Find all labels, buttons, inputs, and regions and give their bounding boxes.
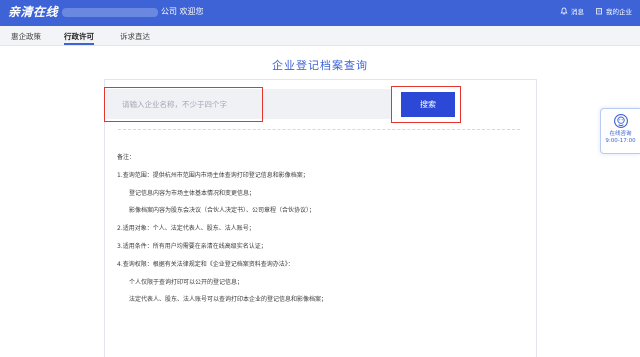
page-title: 企业登记档案查询 — [272, 59, 368, 72]
main-nav: 惠企政策 行政许可 诉求直达 — [0, 26, 640, 46]
message-button[interactable]: 消息 — [560, 6, 584, 16]
building-icon — [596, 8, 602, 15]
top-bar: 亲清在线 公司 欢迎您 消息 我的企业 — [0, 0, 640, 26]
notes-line: 登记信息内容为市场主体基本情况和变更信息； — [129, 189, 256, 197]
company-name-redacted — [62, 8, 158, 17]
my-company-label: 我的企业 — [606, 8, 632, 16]
notes-line: 法定代表人、股东、法人账号可以查询打印本企业的登记信息和影像档案； — [129, 296, 328, 304]
nav-item-appeals[interactable]: 诉求直达 — [120, 31, 150, 42]
notes-line: 3.适用条件：所有用户均需要在亲清在线高级实名认证； — [117, 242, 267, 250]
message-label: 消息 — [571, 8, 584, 16]
notes-line: 2.适用对象：个人、法定代表人、股东、法人账号； — [117, 225, 255, 233]
my-company-button[interactable]: 我的企业 — [595, 6, 632, 16]
online-consult-widget[interactable]: 在线咨询 9:00-17:00 — [600, 108, 640, 154]
notes-heading: 备注： — [117, 153, 136, 161]
notes-section: 备注： 1.查询范围：提供杭州市范围内市场主体查询打印登记信息和影像档案； 登记… — [117, 145, 327, 314]
logo[interactable]: 亲清在线 — [8, 3, 58, 20]
notes-line: 1.查询范围：提供杭州市范围内市场主体查询打印登记信息和影像档案； — [117, 171, 309, 179]
nav-item-policies[interactable]: 惠企政策 — [11, 31, 41, 42]
consult-label: 在线咨询 — [609, 131, 632, 137]
notes-line: 4.查询权限：根据有关法律规定和《企业登记档案资料查询办法》： — [117, 260, 294, 268]
nav-item-admin-license[interactable]: 行政许可 — [64, 31, 94, 42]
consult-hours: 9:00-17:00 — [605, 138, 636, 144]
input-highlight-box — [104, 87, 263, 122]
active-tab-indicator — [64, 43, 94, 45]
notes-line: 影像档案内容为股东会决议（合伙人决定书）、公司章程（合伙协议）； — [129, 207, 316, 215]
bell-icon — [560, 7, 568, 15]
search-button[interactable]: 搜索 — [401, 92, 455, 117]
customer-service-icon — [613, 114, 628, 128]
welcome-text: 公司 欢迎您 — [161, 7, 204, 16]
divider — [118, 129, 520, 130]
notes-line: 个人仅限于查询打印可以公开的登记信息； — [129, 278, 244, 286]
